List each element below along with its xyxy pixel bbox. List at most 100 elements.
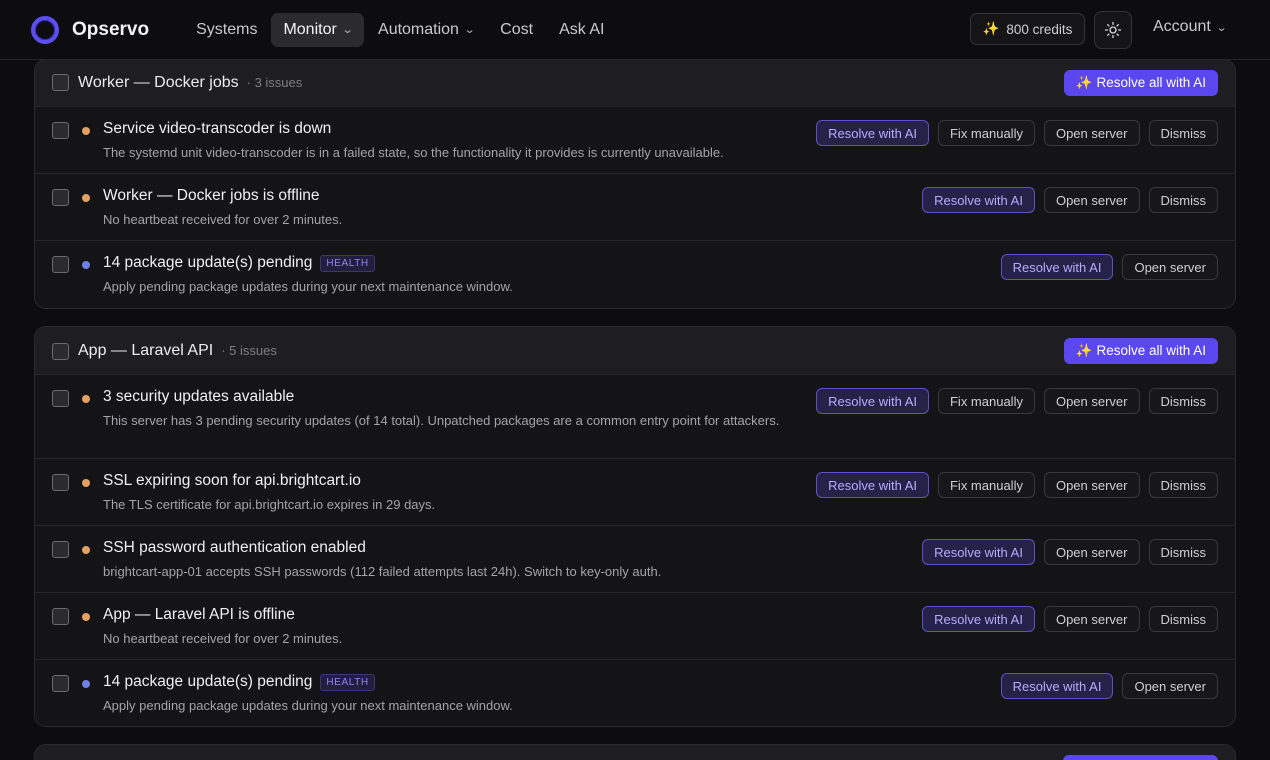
dismiss-button[interactable]: Dismiss [1148, 472, 1218, 498]
issue-select-checkbox[interactable] [52, 608, 69, 625]
sparkles-icon: ✨ [982, 21, 1000, 36]
nav-item-monitor[interactable]: Monitor ⌄ [271, 12, 365, 47]
issue-select-checkbox[interactable] [52, 122, 69, 139]
fix-manually-button[interactable]: Fix manually [937, 120, 1035, 146]
issue-row: SSL expiring soon for api.brightcart.io … [35, 459, 1235, 526]
issue-actions: Resolve with AI Fix manually Open server… [816, 472, 1218, 498]
resolve-with-ai-button[interactable]: Resolve with AI [922, 187, 1035, 213]
open-server-button[interactable]: Open server [1122, 673, 1218, 699]
resolve-with-ai-button[interactable]: Resolve with AI [816, 120, 929, 146]
severity-dot [82, 680, 90, 688]
sun-icon [1104, 21, 1122, 39]
severity-dot [82, 395, 90, 403]
account-menu[interactable]: Account ⌄ [1153, 18, 1228, 36]
issue-description: The TLS certificate for api.brightcart.i… [103, 497, 436, 512]
group-title: App — Laravel API · 5 issues [78, 342, 277, 360]
group-header: Worker — Docker jobs · 3 issues ✨ Resolve… [35, 60, 1235, 107]
dismiss-button[interactable]: Dismiss [1148, 606, 1218, 632]
theme-toggle-button[interactable] [1094, 11, 1132, 49]
severity-dot [82, 261, 90, 269]
issue-row: App — Laravel API is offline No heartbea… [35, 593, 1235, 660]
open-server-button[interactable]: Open server [1043, 539, 1140, 565]
issue-title: 3 security updates available [103, 388, 294, 406]
issue-row: 14 package update(s) pending HEALTH Apply… [35, 660, 1235, 726]
issue-select-checkbox[interactable] [52, 189, 69, 206]
issue-actions: Resolve with AI Open server [1000, 254, 1218, 280]
issue-row: Worker — Docker jobs is offline No heart… [35, 174, 1235, 241]
issue-title-text: 3 security updates available [103, 388, 295, 405]
issue-title: App — Laravel API is offline [103, 606, 295, 624]
resolve-with-ai-button[interactable]: Resolve with AI [922, 539, 1035, 565]
nav-item-ask-ai[interactable]: Ask AI [547, 13, 616, 47]
logo[interactable]: Opservo [31, 15, 150, 44]
issue-title-text: App — Laravel API is offline [103, 606, 295, 623]
resolve-with-ai-button[interactable]: Resolve with AI [1000, 673, 1114, 699]
group-select-checkbox[interactable] [52, 343, 69, 360]
dismiss-button[interactable]: Dismiss [1148, 187, 1218, 213]
issue-title: SSL expiring soon for api.brightcart.io [103, 472, 361, 490]
server-issue-group: App — Laravel API · 5 issues ✨ Resolve al… [34, 326, 1236, 727]
nav-label: Ask AI [559, 20, 605, 38]
fix-manually-button[interactable]: Fix manually [937, 388, 1035, 414]
open-server-button[interactable]: Open server [1043, 472, 1140, 498]
open-server-button[interactable]: Open server [1043, 120, 1140, 146]
issue-title: SSH password authentication enabled [103, 539, 366, 557]
issue-select-checkbox[interactable] [52, 474, 69, 491]
severity-dot [82, 479, 90, 487]
group-title-text: Worker — Docker jobs [78, 74, 239, 91]
fix-manually-button[interactable]: Fix manually [937, 472, 1035, 498]
issue-select-checkbox[interactable] [52, 541, 69, 558]
issue-select-checkbox[interactable] [52, 675, 69, 692]
nav-item-cost[interactable]: Cost [488, 13, 545, 47]
group-issue-count: · 3 issues [246, 75, 303, 90]
issue-title: 14 package update(s) pending HEALTH [103, 673, 375, 691]
severity-dot [82, 546, 90, 554]
issue-description: The systemd unit video-transcoder is in … [103, 145, 724, 160]
issue-description: Apply pending package updates during you… [103, 698, 513, 713]
nav-label: Cost [500, 20, 534, 38]
group-issue-count: · 5 issues [221, 342, 277, 358]
issue-row: Service video-transcoder is down The sys… [35, 107, 1235, 174]
open-server-button[interactable]: Open server [1122, 254, 1218, 280]
resolve-with-ai-button[interactable]: Resolve with AI [1000, 254, 1114, 280]
open-server-button[interactable]: Open server [1043, 187, 1140, 213]
opservo-logo-icon [31, 15, 59, 44]
issue-row: 14 package update(s) pending HEALTH Apply… [35, 241, 1235, 308]
open-server-button[interactable]: Open server [1043, 388, 1140, 414]
dismiss-button[interactable]: Dismiss [1148, 539, 1218, 565]
health-badge: HEALTH [320, 673, 375, 691]
resolve-all-with-ai-button[interactable] [1063, 755, 1218, 760]
issue-select-checkbox[interactable] [52, 390, 69, 407]
issue-actions: Resolve with AI Open server Dismiss [922, 187, 1218, 213]
resolve-with-ai-button[interactable]: Resolve with AI [922, 606, 1035, 632]
issue-title-text: 14 package update(s) pending [103, 673, 313, 690]
dismiss-button[interactable]: Dismiss [1148, 120, 1218, 146]
nav-item-systems[interactable]: Systems [184, 13, 269, 47]
group-title-text: App — Laravel API [78, 341, 214, 359]
app-name: Opservo [72, 18, 150, 40]
issue-description: No heartbeat received for over 2 minutes… [103, 631, 343, 646]
nav-item-automation[interactable]: Automation ⌄ [366, 13, 486, 47]
severity-dot [82, 613, 90, 621]
top-nav-bar: Opservo Systems Monitor ⌄ Automation ⌄ Cos… [0, 0, 1270, 60]
issue-description: This server has 3 pending security updat… [103, 413, 780, 428]
resolve-all-with-ai-button[interactable]: ✨ Resolve all with AI [1063, 70, 1218, 96]
issue-select-checkbox[interactable] [52, 256, 69, 273]
issue-actions: Resolve with AI Fix manually Open server… [816, 388, 1218, 414]
nav-label: Monitor [283, 20, 337, 38]
resolve-with-ai-button[interactable]: Resolve with AI [816, 472, 929, 498]
nav-label: Automation [378, 20, 459, 38]
nav-label: Systems [196, 20, 258, 38]
issue-title-text: 14 package update(s) pending [103, 254, 313, 271]
issue-title-text: Worker — Docker jobs is offline [103, 187, 320, 204]
credits-button[interactable]: ✨ 800 credits [970, 13, 1085, 45]
group-title: Worker — Docker jobs · 3 issues [78, 74, 302, 92]
issue-description: brightcart-app-01 accepts SSH passwords … [103, 564, 662, 579]
server-issue-group-partial [34, 744, 1236, 760]
group-select-checkbox[interactable] [52, 74, 69, 91]
chevron-down-icon: ⌄ [1215, 21, 1228, 34]
resolve-with-ai-button[interactable]: Resolve with AI [816, 388, 929, 414]
resolve-all-with-ai-button[interactable]: ✨ Resolve all with AI [1063, 337, 1218, 364]
dismiss-button[interactable]: Dismiss [1148, 388, 1218, 414]
open-server-button[interactable]: Open server [1043, 606, 1140, 632]
